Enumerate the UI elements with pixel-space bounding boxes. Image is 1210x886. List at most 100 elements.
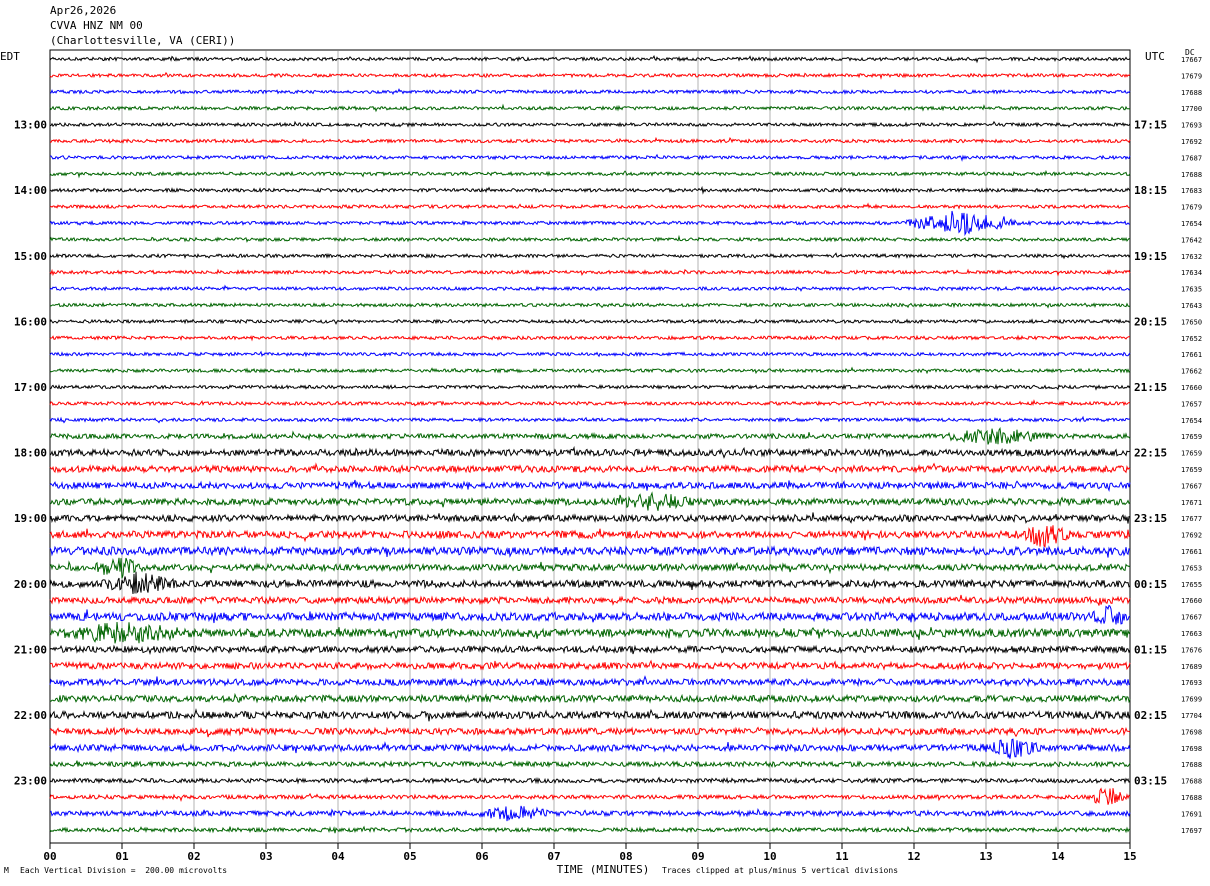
trace-dc-label: 17688 xyxy=(1181,89,1202,97)
right-hour-label: 00:15 xyxy=(1134,578,1167,591)
trace-line xyxy=(49,334,1131,342)
left-hour-label: 16:00 xyxy=(14,315,47,328)
right-timezone-label: UTC xyxy=(1145,50,1165,63)
trace-dc-label: 17676 xyxy=(1181,646,1202,654)
trace-line xyxy=(49,675,1131,688)
x-axis-label: TIME (MINUTES) xyxy=(557,863,650,876)
trace-line xyxy=(49,776,1131,785)
plot-frame xyxy=(49,49,1131,844)
chart-labels: 00 01 02 03 04 05 06 07 08 09 10 11 12 13 14 15 TIME (MI… xyxy=(14,56,1202,876)
x-tick-label: 13 xyxy=(979,850,992,863)
trace-line xyxy=(49,169,1131,179)
left-hour-label: 14:00 xyxy=(14,184,47,197)
trace-dc-label: 17643 xyxy=(1181,302,1202,310)
x-tick-label: 15 xyxy=(1123,850,1136,863)
trace-dc-label: 17689 xyxy=(1181,663,1202,671)
trace-dc-label: 17632 xyxy=(1181,253,1202,261)
trace-dc-label: 17687 xyxy=(1181,154,1202,162)
right-hour-label: 19:15 xyxy=(1134,250,1167,263)
right-hour-label: 18:15 xyxy=(1134,184,1167,197)
trace-dc-label: 17634 xyxy=(1181,269,1202,277)
x-tick-label: 00 xyxy=(43,850,56,863)
trace-dc-label: 17679 xyxy=(1181,72,1202,80)
left-hour-label: 21:00 xyxy=(14,643,47,656)
trace-line xyxy=(49,415,1131,424)
trace-line xyxy=(49,594,1131,606)
trace-dc-label: 17698 xyxy=(1181,745,1202,753)
right-hour-label: 03:15 xyxy=(1134,775,1167,788)
date-label: Apr26,2026 xyxy=(50,4,117,17)
trace-line xyxy=(49,825,1131,834)
trace-dc-label: 17693 xyxy=(1181,679,1202,687)
trace-dc-label: 17688 xyxy=(1181,794,1202,802)
trace-line xyxy=(50,136,1131,144)
trace-dc-label: 17671 xyxy=(1181,499,1202,507)
left-hour-label: 13:00 xyxy=(14,119,47,132)
trace-dc-label: 17698 xyxy=(1181,728,1202,736)
trace-line xyxy=(49,383,1131,391)
trace-dc-label: 17704 xyxy=(1181,712,1202,720)
trace-line xyxy=(49,557,1131,579)
trace-line xyxy=(49,512,1131,524)
trace-dc-label: 17661 xyxy=(1181,351,1202,359)
trace-line xyxy=(49,88,1131,96)
trace-line xyxy=(49,234,1131,243)
trace-line xyxy=(49,659,1131,671)
trace-line xyxy=(49,726,1131,738)
location-label: (Charlottesville, VA (CERI)) xyxy=(50,34,236,47)
trace-line xyxy=(49,252,1131,260)
trace-dc-label: 17650 xyxy=(1181,318,1202,326)
trace-dc-label: 17688 xyxy=(1181,171,1202,179)
trace-dc-label: 17691 xyxy=(1181,810,1202,818)
x-tick-label: 08 xyxy=(619,850,632,863)
trace-dc-label: 17693 xyxy=(1181,122,1202,130)
trace-line xyxy=(49,350,1131,358)
trace-line xyxy=(49,692,1131,704)
trace-line xyxy=(49,399,1131,408)
right-hour-label: 17:15 xyxy=(1134,119,1167,132)
left-hour-label: 15:00 xyxy=(14,250,47,263)
trace-dc-label: 17657 xyxy=(1181,400,1202,408)
x-tick-label: 12 xyxy=(907,850,920,863)
trace-dc-label: 17654 xyxy=(1181,417,1202,425)
trace-dc-label: 17688 xyxy=(1181,778,1202,786)
trace-dc-label: 17635 xyxy=(1181,286,1202,294)
trace-line xyxy=(49,55,1131,64)
right-hour-label: 01:15 xyxy=(1134,643,1167,656)
trace-dc-label: 17642 xyxy=(1181,236,1202,244)
right-hour-label: 21:15 xyxy=(1134,381,1167,394)
trace-line xyxy=(49,708,1131,722)
trace-dc-label: 17667 xyxy=(1181,482,1202,490)
trace-line xyxy=(49,210,1131,237)
scale-note: Each Vertical Division = 200.00 microvol… xyxy=(20,866,228,875)
trace-line xyxy=(49,445,1131,459)
trace-line xyxy=(49,185,1131,195)
right-hour-label: 20:15 xyxy=(1134,315,1167,328)
trace-line xyxy=(49,644,1131,655)
trace-dc-label: 17688 xyxy=(1181,761,1202,769)
left-hour-label: 18:00 xyxy=(14,447,47,460)
trace-dc-label: 17663 xyxy=(1181,630,1202,638)
trace-line xyxy=(49,571,1131,595)
station-label: CVVA HNZ NM 00 xyxy=(50,19,143,32)
trace-dc-label: 17659 xyxy=(1181,466,1202,474)
trace-line xyxy=(49,284,1131,292)
trace-line xyxy=(49,153,1131,162)
trace-dc-label: 17660 xyxy=(1181,597,1202,605)
trace-line xyxy=(49,71,1131,80)
trace-dc-label: 17652 xyxy=(1181,335,1202,343)
trace-line xyxy=(49,805,1131,822)
trace-dc-label: 17697 xyxy=(1181,827,1202,835)
trace-dc-label: 17699 xyxy=(1181,696,1202,704)
x-tick-label: 03 xyxy=(259,850,272,863)
trace-line xyxy=(49,525,1131,548)
trace-dc-label: 17660 xyxy=(1181,384,1202,392)
trace-line xyxy=(49,366,1131,375)
trace-dc-label: 17692 xyxy=(1181,138,1202,146)
dc-header-label: DC xyxy=(1185,48,1195,57)
trace-line xyxy=(50,120,1131,129)
trace-dc-label: 17683 xyxy=(1181,187,1202,195)
x-tick-label: 01 xyxy=(115,850,129,863)
trace-dc-label: 17659 xyxy=(1181,433,1202,441)
trace-line xyxy=(49,621,1131,644)
